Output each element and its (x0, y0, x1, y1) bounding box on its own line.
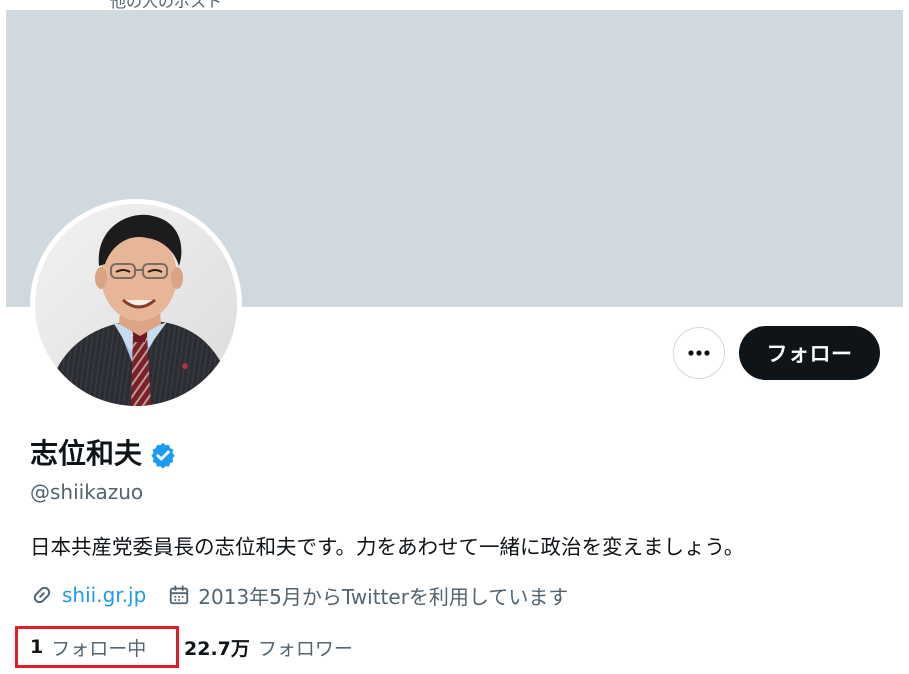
following-count: 1 (30, 636, 44, 658)
display-name: 志位和夫 (30, 437, 143, 470)
follow-button[interactable]: フォロー (739, 326, 880, 380)
handle: @shiikazuo (30, 480, 144, 504)
display-name-row: 志位和夫 (30, 434, 177, 474)
top-partial-text: 他の人のポスト (110, 0, 223, 10)
followers-link[interactable]: 22.7万 フォロワー (184, 634, 353, 661)
bio: 日本共産党委員長の志位和夫です。力をあわせて一緒に政治を変えましょう。 (30, 535, 745, 559)
link-icon (33, 586, 51, 604)
followers-count: 22.7万 (184, 637, 250, 660)
website-link-text[interactable]: shii.gr.jp (62, 583, 146, 607)
verified-badge-icon[interactable] (149, 440, 177, 469)
website-link[interactable]: shii.gr.jp (30, 583, 146, 607)
followers-label: フォロワー (257, 637, 353, 660)
avatar-photo (35, 204, 237, 406)
right-edge (903, 0, 909, 674)
following-label: フォロー中 (51, 637, 147, 660)
more-horizontal-icon (688, 350, 710, 356)
join-date: 2013年5月からTwitterを利用しています (168, 581, 568, 610)
avatar[interactable] (35, 204, 237, 406)
more-options-button[interactable] (673, 327, 725, 379)
top-cropped-area: 他の人のポスト (0, 0, 909, 10)
following-link[interactable]: 1 フォロー中 (15, 626, 179, 668)
calendar-icon (170, 585, 189, 605)
join-date-text: 2013年5月からTwitterを利用しています (198, 584, 569, 609)
follow-stats: 1 フォロー中 22.7万 フォロワー (15, 626, 353, 668)
profile-page: 他の人のポスト フォロー 志位和夫 @shiikazuo 日本共産党委員長の志位… (0, 0, 909, 674)
profile-meta: shii.gr.jp 2013年5月からTwitterを利用しています (30, 579, 568, 611)
